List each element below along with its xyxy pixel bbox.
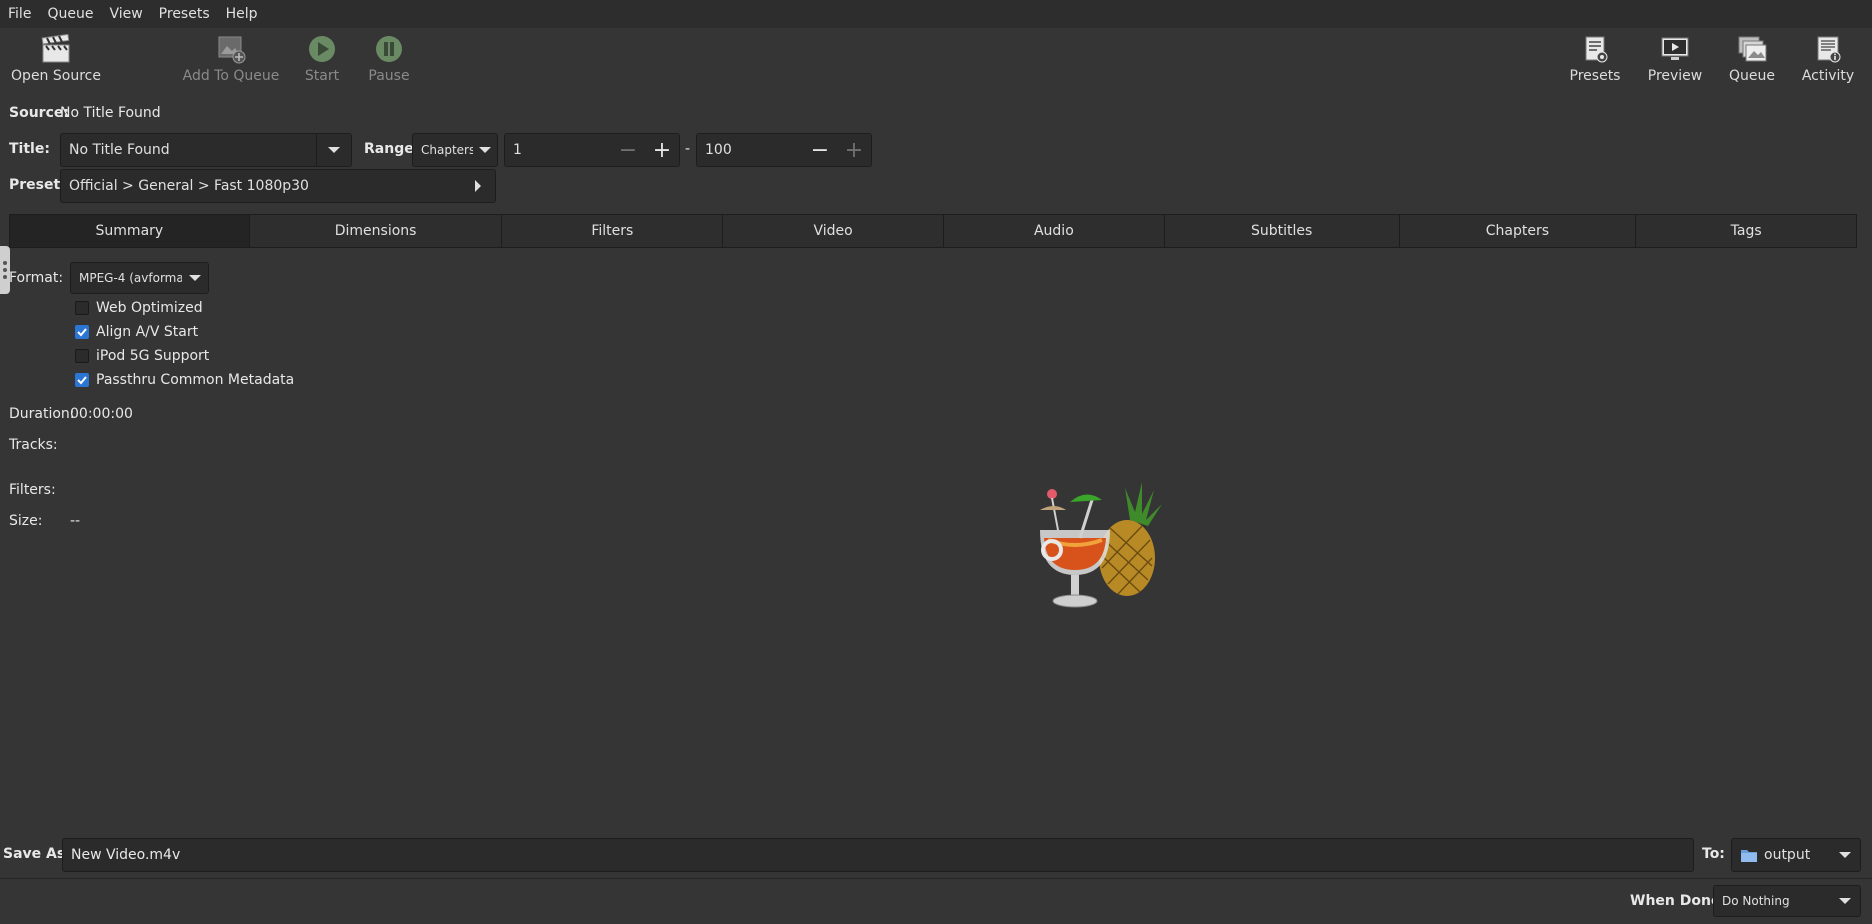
pause-button[interactable]: Pause [368, 34, 410, 90]
queue-button[interactable]: Queue [1729, 34, 1775, 90]
plus-icon[interactable]: + [837, 134, 871, 166]
start-label: Start [304, 68, 340, 84]
open-source-label: Open Source [11, 68, 101, 84]
activity-label: Activity [1801, 68, 1855, 84]
folder-icon [1741, 850, 1757, 862]
menu-presets[interactable]: Presets [151, 6, 218, 22]
chevron-down-icon [182, 275, 208, 281]
title-combo[interactable]: No Title Found [60, 133, 352, 167]
title-label: Title: [9, 141, 50, 157]
tracks-label: Tracks: [9, 437, 58, 453]
queue-icon [1738, 36, 1767, 62]
activity-button[interactable]: Activity [1801, 34, 1855, 90]
activity-log-icon [1817, 36, 1841, 63]
align-av-start-option[interactable]: Align A/V Start [75, 324, 198, 340]
plus-icon[interactable]: + [645, 134, 679, 166]
checkbox-checked[interactable] [75, 373, 89, 387]
clapperboard-icon [41, 34, 70, 63]
format-label: Format: [9, 270, 64, 286]
presets-icon [1585, 36, 1608, 63]
preset-value: Official > General > Fast 1080p30 [69, 178, 309, 194]
pause-icon [376, 36, 402, 62]
queue-label: Queue [1729, 68, 1775, 84]
chevron-down-icon [1830, 898, 1860, 904]
source-value: No Title Found [60, 105, 161, 121]
presets-label: Presets [1569, 68, 1621, 84]
checkbox-unchecked[interactable] [75, 301, 89, 315]
filters-label: Filters: [9, 482, 56, 498]
presets-button[interactable]: Presets [1569, 34, 1621, 90]
range-mode-combo[interactable]: Chapters: [412, 133, 498, 167]
format-value: MPEG-4 (avformat) [79, 271, 182, 285]
menu-queue[interactable]: Queue [39, 6, 101, 22]
duration-value: 00:00:00 [70, 406, 133, 422]
save-as-value: New Video.m4v [71, 847, 181, 863]
align-av-start-label: Align A/V Start [96, 324, 199, 340]
range-end-spinner[interactable]: 100 − + [696, 133, 872, 167]
tab-tags[interactable]: Tags [1636, 215, 1856, 247]
range-separator: - [685, 141, 691, 157]
chevron-down-icon [316, 134, 351, 166]
checkbox-checked[interactable] [75, 325, 89, 339]
tab-chapters[interactable]: Chapters [1400, 215, 1637, 247]
passthru-metadata-label: Passthru Common Metadata [96, 372, 295, 388]
checkmark-icon [77, 328, 87, 337]
tab-audio[interactable]: Audio [944, 215, 1165, 247]
range-start-value[interactable]: 1 [505, 142, 611, 158]
save-as-label: Save As: [3, 846, 71, 862]
preset-selector[interactable]: Official > General > Fast 1080p30 [60, 169, 496, 203]
web-optimized-option[interactable]: Web Optimized [75, 300, 203, 316]
title-combo-value: No Title Found [69, 142, 170, 158]
when-done-value: Do Nothing [1722, 894, 1790, 908]
destination-folder-value: output [1764, 847, 1811, 863]
divider [0, 878, 1872, 879]
add-to-queue-label: Add To Queue [182, 68, 280, 84]
checkbox-unchecked[interactable] [75, 349, 89, 363]
ipod-5g-support-label: iPod 5G Support [96, 348, 210, 364]
preview-label: Preview [1647, 68, 1703, 84]
size-value: -- [70, 513, 81, 529]
duration-label: Duration: [9, 406, 75, 422]
to-label: To: [1702, 846, 1725, 862]
tab-filters[interactable]: Filters [502, 215, 724, 247]
play-icon [309, 36, 335, 62]
passthru-metadata-option[interactable]: Passthru Common Metadata [75, 372, 294, 388]
menu-bar: File Queue View Presets Help [0, 0, 1872, 28]
settings-tabs: Summary Dimensions Filters Video Audio S… [9, 214, 1857, 248]
when-done-label: When Done: [1630, 893, 1727, 909]
chevron-down-icon [473, 147, 497, 153]
when-done-combo[interactable]: Do Nothing [1713, 885, 1861, 917]
add-image-icon [218, 36, 246, 64]
ipod-5g-support-option[interactable]: iPod 5G Support [75, 348, 209, 364]
minus-icon[interactable]: − [803, 134, 837, 166]
chevron-down-icon [1830, 852, 1860, 858]
tab-summary[interactable]: Summary [10, 215, 250, 247]
monitor-icon [1661, 37, 1689, 60]
menu-help[interactable]: Help [218, 6, 266, 22]
start-button[interactable]: Start [302, 34, 342, 90]
preset-label: Preset: [9, 177, 66, 193]
checkmark-icon [77, 376, 87, 385]
open-source-button[interactable]: Open Source [11, 34, 101, 90]
web-optimized-label: Web Optimized [96, 300, 203, 316]
tab-video[interactable]: Video [723, 215, 944, 247]
destination-folder-combo[interactable]: output [1731, 838, 1861, 872]
range-mode-value: Chapters: [421, 143, 473, 157]
tab-dimensions[interactable]: Dimensions [250, 215, 503, 247]
preview-button[interactable]: Preview [1647, 34, 1703, 90]
menu-file[interactable]: File [0, 6, 39, 22]
handbrake-logo-icon [1040, 482, 1162, 608]
format-combo[interactable]: MPEG-4 (avformat) [70, 262, 209, 294]
size-label: Size: [9, 513, 43, 529]
save-as-input[interactable]: New Video.m4v [62, 838, 1694, 872]
chevron-right-icon [461, 180, 495, 192]
tab-subtitles[interactable]: Subtitles [1165, 215, 1400, 247]
add-to-queue-button[interactable]: Add To Queue [183, 34, 279, 90]
menu-view[interactable]: View [101, 6, 150, 22]
range-start-spinner[interactable]: 1 − + [504, 133, 680, 167]
pause-label: Pause [368, 68, 410, 84]
range-end-value[interactable]: 100 [697, 142, 803, 158]
minus-icon[interactable]: − [611, 134, 645, 166]
